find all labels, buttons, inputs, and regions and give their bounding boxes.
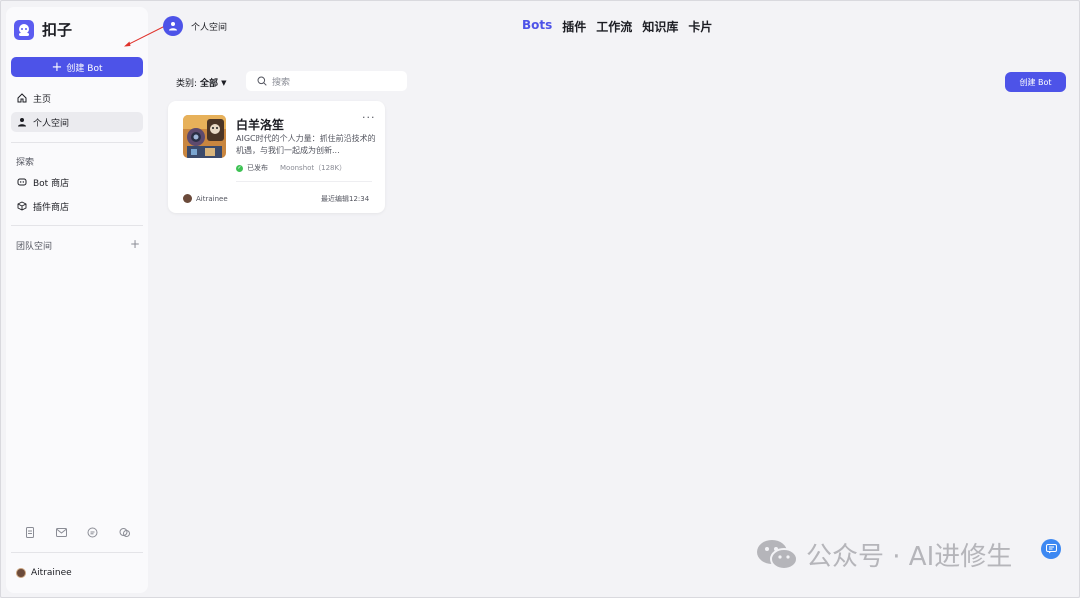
category-filter[interactable]: 类别: 全部 ▼ bbox=[176, 76, 227, 90]
divider bbox=[236, 181, 372, 182]
explore-heading: 探索 bbox=[16, 158, 35, 168]
space-title: 个人空间 bbox=[191, 22, 228, 33]
sidebar-item-personal-space[interactable]: 个人空间 bbox=[11, 112, 143, 132]
annotation-arrow bbox=[124, 24, 168, 47]
create-bot-button[interactable]: + 创建 Bot bbox=[11, 57, 143, 77]
bot-avatar bbox=[183, 115, 226, 158]
chat-icon bbox=[1045, 544, 1057, 554]
sidebar: 扣子 + 创建 Bot 主页 个人空间 探索 Bot 商店 插件商店 团队空间 … bbox=[6, 7, 148, 593]
tab-cards[interactable]: 卡片 bbox=[688, 18, 712, 35]
bot-model: Moonshot（128K） bbox=[280, 164, 347, 172]
app-logo[interactable]: 扣子 bbox=[14, 19, 72, 40]
tab-workflows[interactable]: 工作流 bbox=[596, 18, 632, 35]
top-tabs: Bots 插件 工作流 知识库 卡片 bbox=[522, 18, 712, 35]
community-icon[interactable] bbox=[119, 527, 130, 538]
create-bot-button-top[interactable]: 创建 Bot bbox=[1005, 72, 1066, 92]
sidebar-item-label: 个人空间 bbox=[33, 118, 70, 129]
sidebar-item-label: Bot 商店 bbox=[33, 178, 70, 189]
user-profile[interactable]: Aitrainee bbox=[16, 568, 72, 578]
more-options-icon[interactable]: ··· bbox=[362, 111, 376, 124]
sidebar-item-label: 插件商店 bbox=[33, 202, 70, 213]
user-icon bbox=[17, 117, 27, 127]
search-input[interactable]: 搜索 bbox=[246, 71, 407, 91]
search-placeholder: 搜索 bbox=[272, 77, 291, 88]
chat-support-button[interactable] bbox=[1041, 539, 1061, 559]
filter-value: 全部 bbox=[200, 79, 219, 89]
caret-down-icon: ▼ bbox=[221, 78, 227, 87]
sidebar-item-plugin-store[interactable]: 插件商店 bbox=[11, 196, 143, 216]
bot-card[interactable]: 白羊洛笙 ··· AIGC时代的个人力量：抓住前沿技术的机遇，与我们一起成为创新… bbox=[168, 101, 385, 213]
team-space-heading: 团队空间 bbox=[16, 242, 53, 252]
divider bbox=[11, 552, 143, 553]
create-bot-label: 创建 Bot bbox=[66, 63, 103, 74]
sidebar-item-label: 主页 bbox=[33, 94, 52, 105]
tab-bots[interactable]: Bots bbox=[522, 18, 552, 35]
last-edited: 最近编辑12:34 bbox=[321, 195, 370, 203]
divider bbox=[11, 142, 143, 143]
plus-icon: + bbox=[51, 59, 63, 75]
tab-plugins[interactable]: 插件 bbox=[562, 18, 586, 35]
app-window: 扣子 + 创建 Bot 主页 个人空间 探索 Bot 商店 插件商店 团队空间 … bbox=[0, 0, 1080, 598]
divider bbox=[11, 225, 143, 226]
home-icon bbox=[17, 93, 27, 103]
watermark-text: 公众号 · AI进修生 bbox=[806, 542, 1013, 572]
sidebar-item-bot-store[interactable]: Bot 商店 bbox=[11, 172, 143, 192]
bot-icon bbox=[17, 177, 27, 187]
add-team-icon[interactable]: + bbox=[130, 237, 140, 251]
cube-icon bbox=[17, 201, 27, 211]
bot-name: 白羊洛笙 bbox=[236, 118, 285, 132]
author-name: Aitrainee bbox=[196, 194, 228, 203]
feedback-icon[interactable] bbox=[87, 527, 98, 538]
avatar bbox=[16, 568, 26, 578]
bot-description: AIGC时代的个人力量：抓住前沿技术的机遇，与我们一起成为创新... bbox=[236, 134, 376, 155]
bot-author: Aitrainee bbox=[183, 194, 228, 203]
tab-knowledge[interactable]: 知识库 bbox=[642, 18, 678, 35]
document-icon[interactable] bbox=[24, 527, 35, 538]
app-name: 扣子 bbox=[42, 21, 73, 39]
sidebar-footer-icons bbox=[16, 527, 138, 538]
watermark: 公众号 · AI进修生 bbox=[756, 536, 1012, 573]
mail-icon[interactable] bbox=[55, 527, 67, 538]
user-icon bbox=[169, 22, 177, 31]
check-circle-icon: ✓ bbox=[236, 164, 243, 172]
bot-status-row: ✓ 已发布 Moonshot（128K） bbox=[236, 163, 346, 173]
avatar bbox=[183, 194, 192, 203]
search-icon bbox=[257, 76, 267, 86]
filter-label: 类别: bbox=[176, 79, 198, 89]
space-avatar bbox=[163, 16, 183, 36]
coze-logo-icon bbox=[14, 19, 34, 40]
space-header[interactable]: 个人空间 bbox=[163, 16, 227, 36]
wechat-icon bbox=[756, 538, 798, 572]
sidebar-item-home[interactable]: 主页 bbox=[11, 88, 143, 108]
user-name: Aitrainee bbox=[31, 568, 72, 578]
status-badge: 已发布 bbox=[247, 164, 268, 172]
